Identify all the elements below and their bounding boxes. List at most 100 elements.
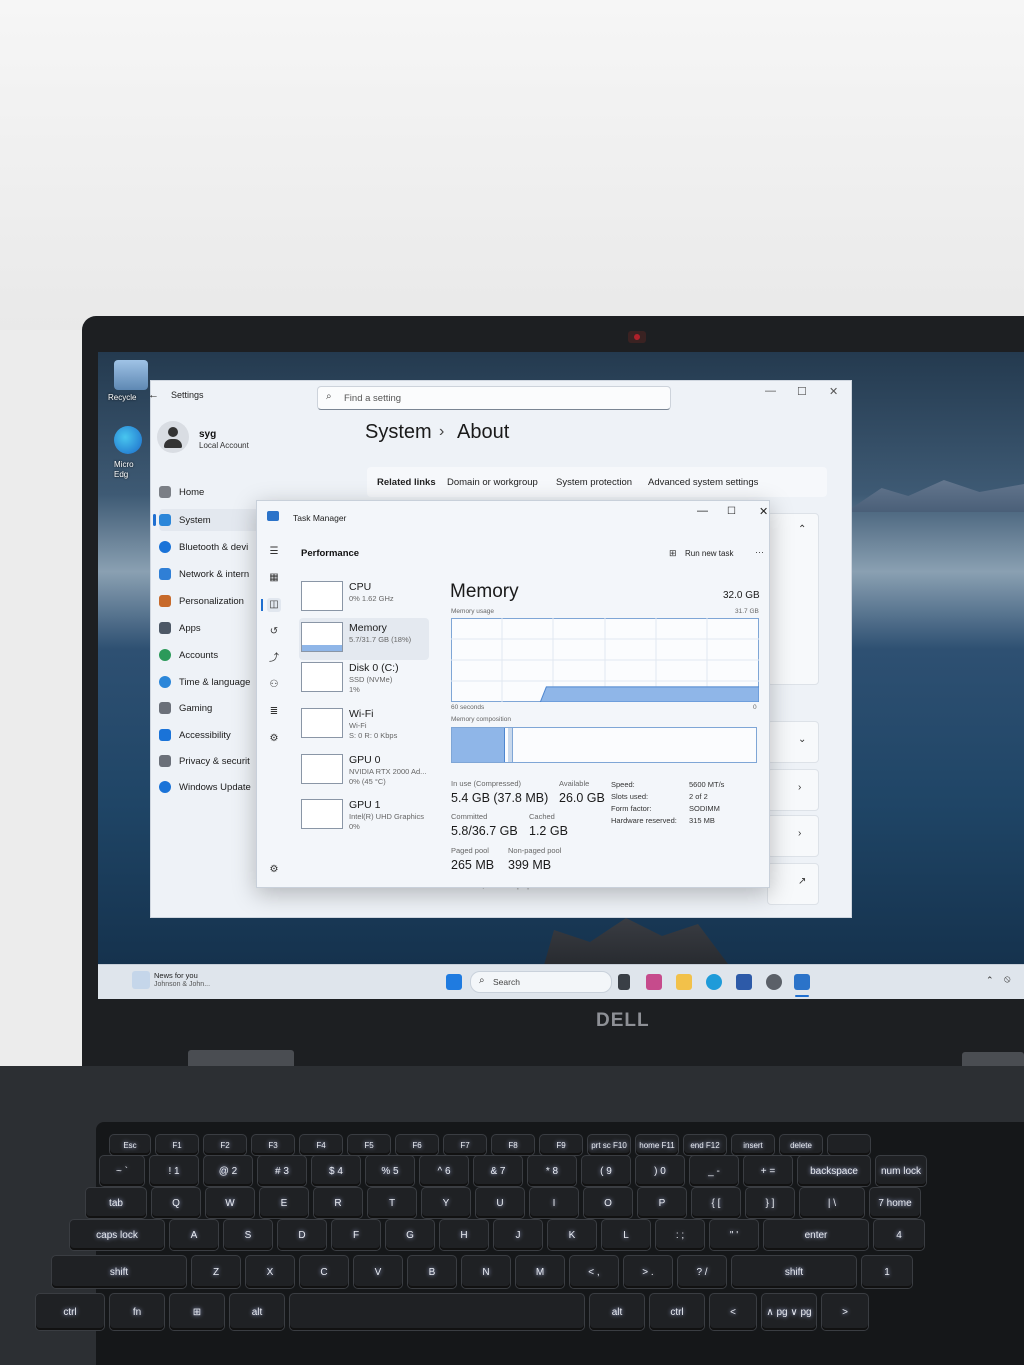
- key-esc[interactable]: Esc: [110, 1135, 150, 1155]
- key-[interactable]: ? /: [678, 1256, 726, 1288]
- services-icon[interactable]: ⚙: [267, 732, 281, 746]
- key-num-lock[interactable]: num lock: [876, 1156, 926, 1186]
- task-view-icon[interactable]: [618, 974, 630, 990]
- chevron-up-icon[interactable]: ⌃: [798, 524, 806, 535]
- key-alt[interactable]: alt: [590, 1294, 644, 1330]
- key-t[interactable]: T: [368, 1188, 416, 1218]
- key-0[interactable]: ) 0: [636, 1156, 684, 1186]
- task-manager-window[interactable]: Task Manager — ☐ ✕ ☰ ▦ ◫ ↺ ⤴ ⚇ ≣ ⚙ ⚙ Per…: [256, 500, 770, 888]
- key-backspace[interactable]: backspace: [798, 1156, 870, 1186]
- key-i[interactable]: I: [530, 1188, 578, 1218]
- key-f8[interactable]: F8: [492, 1135, 534, 1155]
- key-c[interactable]: C: [300, 1256, 348, 1288]
- key-h[interactable]: H: [440, 1220, 488, 1250]
- key-[interactable]: _ -: [690, 1156, 738, 1186]
- link-advanced-system-settings[interactable]: Advanced system settings: [648, 477, 758, 488]
- sidebar-item-home[interactable]: Home: [159, 481, 264, 503]
- avatar[interactable]: [157, 421, 189, 453]
- tm-close-button[interactable]: ✕: [759, 505, 768, 518]
- key-[interactable]: >: [822, 1294, 868, 1330]
- key-o[interactable]: O: [584, 1188, 632, 1218]
- key-ctrl[interactable]: ctrl: [36, 1294, 104, 1330]
- key-[interactable]: " ': [710, 1220, 758, 1250]
- key-f7[interactable]: F7: [444, 1135, 486, 1155]
- processes-icon[interactable]: ▦: [267, 571, 281, 585]
- key-[interactable]: { [: [692, 1188, 740, 1218]
- breadcrumb-parent[interactable]: System: [365, 421, 432, 444]
- key-fn[interactable]: fn: [110, 1294, 164, 1330]
- taskbar-search-box[interactable]: ⌕ Search: [470, 971, 612, 993]
- key-v[interactable]: V: [354, 1256, 402, 1288]
- key-[interactable]: ~ `: [100, 1156, 144, 1186]
- details-icon[interactable]: ≣: [267, 705, 281, 719]
- key-3[interactable]: # 3: [258, 1156, 306, 1186]
- minimize-button[interactable]: —: [765, 385, 776, 397]
- key-delete[interactable]: delete: [780, 1135, 822, 1155]
- related-card-1[interactable]: ›: [767, 769, 819, 811]
- key-shift[interactable]: shift: [52, 1256, 186, 1288]
- sidebar-item-network[interactable]: Network & intern: [159, 563, 264, 585]
- key-9[interactable]: ( 9: [582, 1156, 630, 1186]
- key-e[interactable]: E: [260, 1188, 308, 1218]
- maximize-button[interactable]: ☐: [797, 385, 807, 398]
- settings-taskbar-icon[interactable]: [766, 974, 782, 990]
- sidebar-item-gaming[interactable]: Gaming: [159, 697, 264, 719]
- sidebar-item-bluetooth[interactable]: Bluetooth & devi: [159, 536, 264, 558]
- key-m[interactable]: M: [516, 1256, 564, 1288]
- key-z[interactable]: Z: [192, 1256, 240, 1288]
- chevron-down-icon[interactable]: ⌄: [798, 734, 806, 745]
- device-manager-card[interactable]: ↗: [767, 863, 819, 905]
- tm-minimize-button[interactable]: —: [697, 505, 708, 517]
- back-arrow-icon[interactable]: ←: [148, 389, 159, 401]
- run-new-task-button[interactable]: Run new task: [685, 549, 733, 558]
- key-f[interactable]: F: [332, 1220, 380, 1250]
- file-explorer-icon[interactable]: [676, 974, 692, 990]
- key-q[interactable]: Q: [152, 1188, 200, 1218]
- settings-gear-icon[interactable]: ⚙: [267, 863, 281, 877]
- key-f3[interactable]: F3: [252, 1135, 294, 1155]
- perf-item-wifi[interactable]: Wi-Fi Wi-Fi S: 0 R: 0 Kbps: [299, 704, 429, 746]
- sidebar-item-system[interactable]: System: [153, 509, 264, 531]
- key-alt[interactable]: alt: [230, 1294, 284, 1330]
- start-button-icon[interactable]: [446, 974, 462, 990]
- key-b[interactable]: B: [408, 1256, 456, 1288]
- edge-icon[interactable]: [706, 974, 722, 990]
- key-7[interactable]: & 7: [474, 1156, 522, 1186]
- key-space[interactable]: [828, 1135, 870, 1155]
- key-home-f11[interactable]: home F11: [636, 1135, 678, 1155]
- key-1[interactable]: 1: [862, 1256, 912, 1288]
- settings-search-input[interactable]: ⌕ Find a setting: [317, 386, 671, 410]
- key-4[interactable]: $ 4: [312, 1156, 360, 1186]
- tm-maximize-button[interactable]: ☐: [727, 506, 736, 517]
- key-f1[interactable]: F1: [156, 1135, 198, 1155]
- sidebar-item-windows-update[interactable]: Windows Update: [159, 776, 264, 798]
- key-enter[interactable]: enter: [764, 1220, 868, 1250]
- perf-item-disk[interactable]: Disk 0 (C:) SSD (NVMe) 1%: [299, 658, 429, 700]
- key-[interactable]: <: [710, 1294, 756, 1330]
- key-end-f12[interactable]: end F12: [684, 1135, 726, 1155]
- related-card-2[interactable]: ›: [767, 815, 819, 857]
- sidebar-item-personalization[interactable]: Personalization: [159, 590, 264, 612]
- perf-item-memory[interactable]: Memory 5.7/31.7 GB (18%): [299, 618, 429, 660]
- key-l[interactable]: L: [602, 1220, 650, 1250]
- sidebar-item-privacy[interactable]: Privacy & securit: [159, 750, 264, 772]
- network-tray-icon[interactable]: ⦸: [1004, 974, 1011, 985]
- key-insert[interactable]: insert: [732, 1135, 774, 1155]
- close-button[interactable]: ✕: [829, 385, 838, 398]
- key-k[interactable]: K: [548, 1220, 596, 1250]
- hamburger-menu-icon[interactable]: ☰: [267, 545, 281, 559]
- key-4[interactable]: 4: [874, 1220, 924, 1250]
- key-j[interactable]: J: [494, 1220, 542, 1250]
- key-prt-sc-f10[interactable]: prt sc F10: [588, 1135, 630, 1155]
- key-[interactable]: + =: [744, 1156, 792, 1186]
- users-icon[interactable]: ⚇: [267, 678, 281, 692]
- key-y[interactable]: Y: [422, 1188, 470, 1218]
- key-f6[interactable]: F6: [396, 1135, 438, 1155]
- key-pg-pg[interactable]: ∧ pg ∨ pg: [762, 1294, 816, 1330]
- task-manager-taskbar-icon[interactable]: [794, 974, 810, 990]
- key-2[interactable]: @ 2: [204, 1156, 252, 1186]
- key-space[interactable]: [290, 1294, 584, 1330]
- key-r[interactable]: R: [314, 1188, 362, 1218]
- news-widget-title[interactable]: News for you: [154, 971, 198, 980]
- key-[interactable]: < ,: [570, 1256, 618, 1288]
